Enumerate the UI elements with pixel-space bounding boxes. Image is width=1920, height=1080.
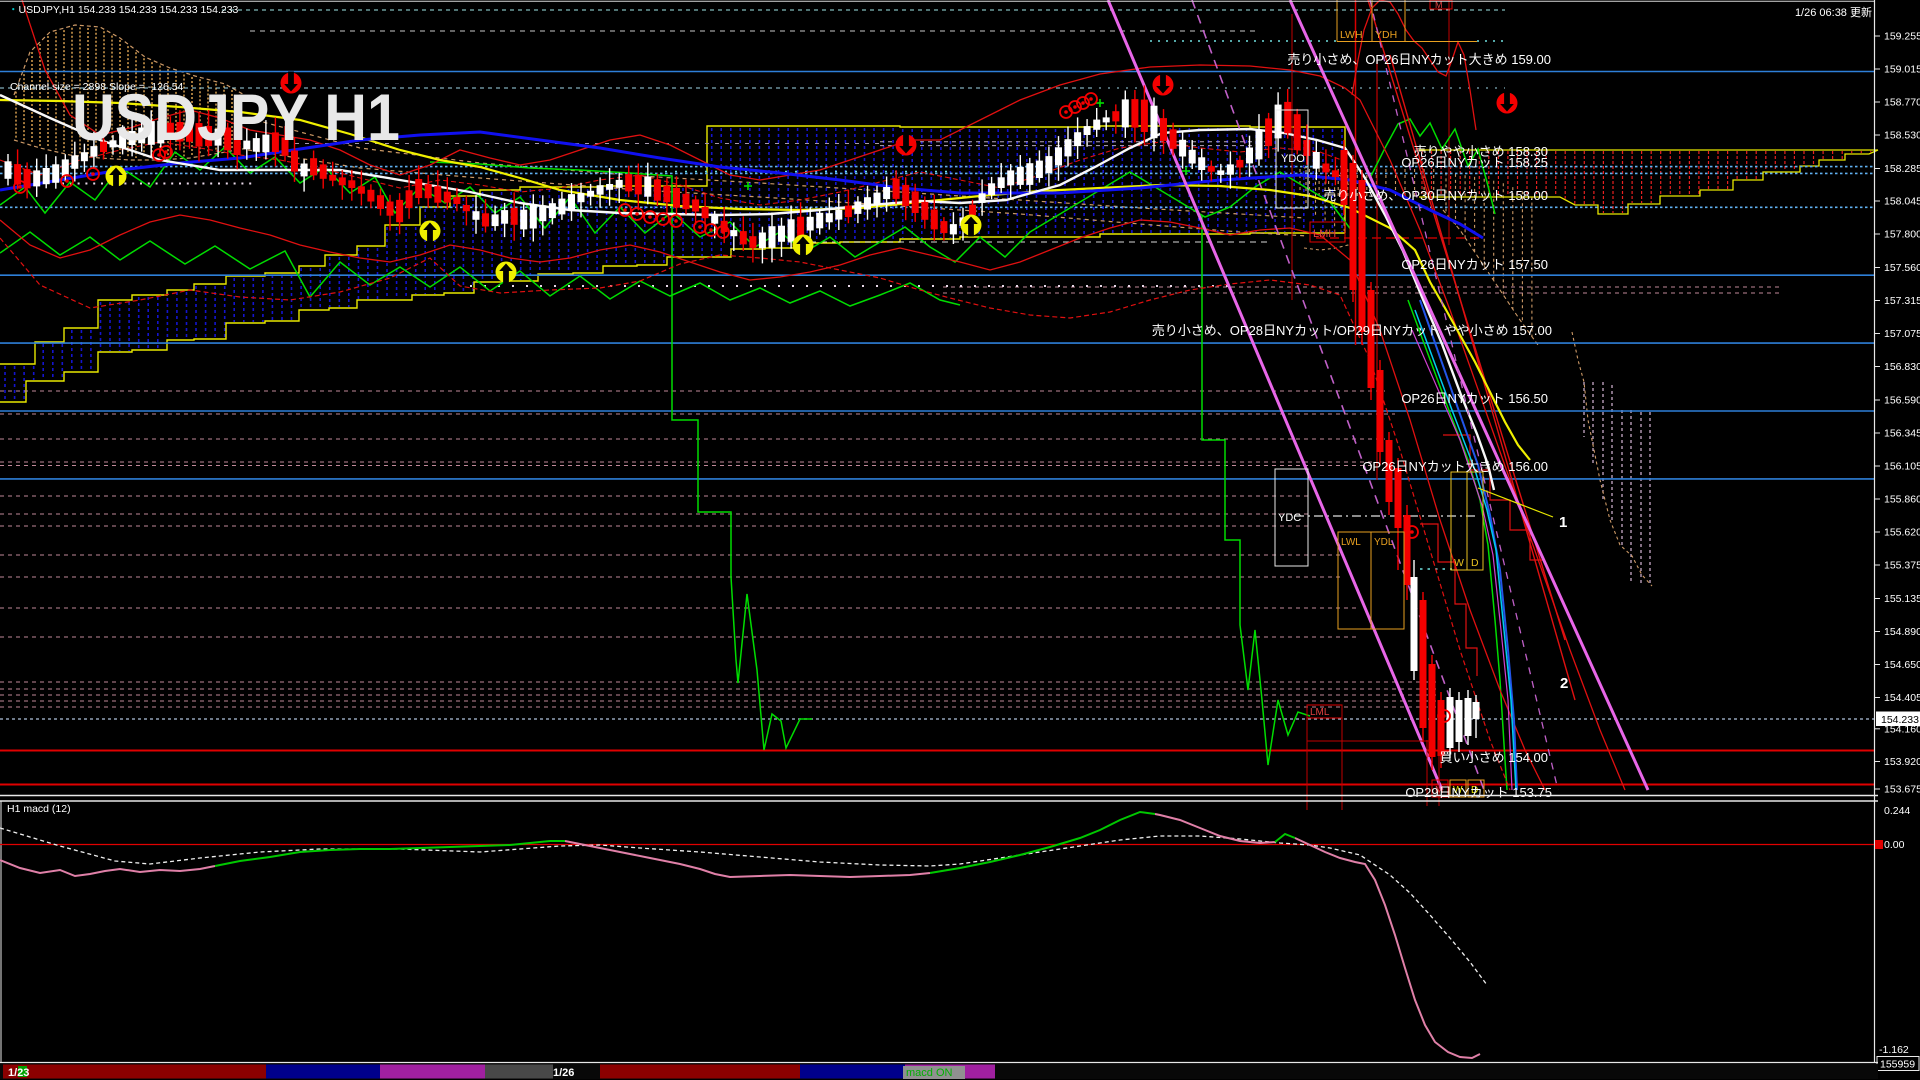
svg-text:156.590: 156.590 [1884,395,1920,407]
svg-text:YDC: YDC [1278,512,1301,524]
svg-text:158.045: 158.045 [1884,196,1920,208]
svg-text:LWL: LWL [1341,537,1361,548]
svg-text:・USDJPY,H1 154.233 154.233 15: ・USDJPY,H1 154.233 154.233 154.233 154.2… [8,4,239,16]
svg-text:OP26日NYカット 158.25: OP26日NYカット 158.25 [1401,155,1548,170]
svg-text:159.255: 159.255 [1884,31,1920,43]
svg-text:157.800: 157.800 [1884,229,1920,241]
svg-text:154.890: 154.890 [1884,626,1920,638]
svg-text:H1 macd (12): H1 macd (12) [7,803,71,815]
svg-text:1/26: 1/26 [553,1067,574,1079]
svg-text:YDH: YDH [1375,29,1397,41]
svg-text:売り小さめ、OP30日NYカット 158.00: 売り小さめ、OP30日NYカット 158.00 [1323,188,1548,203]
svg-text:155959: 155959 [1880,1059,1915,1071]
svg-text:153.920: 153.920 [1884,756,1920,768]
svg-text:OP26日NYカット大きめ 156.00: OP26日NYカット大きめ 156.00 [1362,459,1548,474]
svg-text:154.650: 154.650 [1884,659,1920,671]
svg-text:158.770: 158.770 [1884,97,1920,109]
svg-text:159.015: 159.015 [1884,64,1920,76]
svg-text:153.675: 153.675 [1884,784,1920,796]
svg-text:D: D [1471,557,1479,569]
svg-text:売り小さめ、OP28日NYカット/OP29日NYカット やや: 売り小さめ、OP28日NYカット/OP29日NYカット やや小さめ 157.00 [1152,323,1552,338]
svg-text:W: W [1454,557,1464,569]
svg-text:YDO: YDO [1281,153,1305,165]
svg-text:1/26 06:38 更新: 1/26 06:38 更新 [1795,5,1872,19]
svg-text:1: 1 [1559,514,1567,531]
svg-text:1/23: 1/23 [8,1067,29,1079]
svg-text:0.00: 0.00 [1884,839,1905,851]
svg-text:155.620: 155.620 [1884,527,1920,539]
svg-text:154.405: 154.405 [1884,692,1920,704]
svg-text:売り小さめ、OP26日NYカット大きめ 159.00: 売り小さめ、OP26日NYカット大きめ 159.00 [1287,52,1551,67]
svg-text:158.285: 158.285 [1884,163,1920,175]
svg-text:-1.162: -1.162 [1879,1044,1909,1056]
svg-text:156.105: 156.105 [1884,461,1920,473]
svg-text:OP29日NYカット 153.75: OP29日NYカット 153.75 [1405,785,1552,800]
svg-text:買い小さめ 154.00: 買い小さめ 154.00 [1440,750,1548,765]
svg-text:156.830: 156.830 [1884,361,1920,373]
svg-text:158.530: 158.530 [1884,130,1920,142]
svg-text:OP26日NYカット 156.50: OP26日NYカット 156.50 [1401,391,1548,406]
svg-text:macd ON: macd ON [906,1067,953,1079]
svg-text:157.315: 157.315 [1884,295,1920,307]
svg-text:156.345: 156.345 [1884,428,1920,440]
svg-text:YDL: YDL [1374,537,1394,548]
svg-text:155.375: 155.375 [1884,560,1920,572]
svg-text:155.860: 155.860 [1884,494,1920,506]
svg-text:157.075: 157.075 [1884,328,1920,340]
svg-text:LWH: LWH [1340,29,1363,41]
svg-text:OP26日NYカット 157.50: OP26日NYカット 157.50 [1401,257,1548,272]
svg-text:154.233: 154.233 [1881,714,1919,726]
svg-text:LMH: LMH [1313,228,1336,240]
svg-text:157.560: 157.560 [1884,262,1920,274]
svg-text:155.135: 155.135 [1884,593,1920,605]
svg-text:2: 2 [1560,675,1568,692]
svg-text:0.244: 0.244 [1884,805,1910,817]
svg-text:LML: LML [1310,707,1330,718]
svg-text:USDJPY H1: USDJPY H1 [72,80,400,154]
